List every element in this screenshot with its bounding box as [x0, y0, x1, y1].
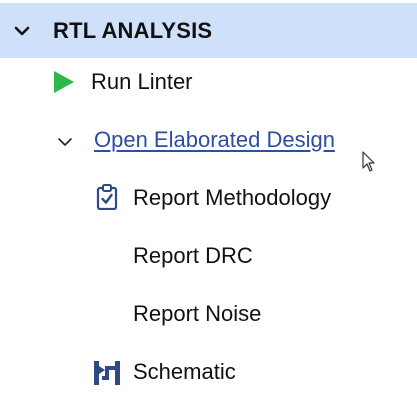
chevron-down-icon[interactable]	[57, 136, 73, 148]
flow-navigator-panel: RTL ANALYSIS Run Linter Open Elaborated …	[0, 0, 417, 406]
section-title: RTL ANALYSIS	[53, 18, 213, 43]
run-play-icon	[54, 71, 74, 93]
flow-item-report-methodology[interactable]: Report Methodology	[0, 174, 417, 224]
schematic-icon	[94, 361, 120, 385]
flow-item-label: Schematic	[133, 359, 236, 384]
flow-item-schematic[interactable]: Schematic	[0, 348, 417, 398]
flow-item-report-drc[interactable]: Report DRC	[0, 232, 417, 282]
section-header-rtl-analysis[interactable]: RTL ANALYSIS	[0, 3, 417, 58]
flow-item-label: Report Methodology	[133, 185, 332, 210]
flow-item-label: Report DRC	[133, 243, 253, 268]
open-elaborated-design-link[interactable]: Open Elaborated Design	[94, 127, 335, 153]
flow-item-label: Run Linter	[91, 69, 193, 94]
chevron-down-icon[interactable]	[13, 22, 31, 40]
mouse-cursor-icon	[362, 151, 375, 172]
flow-item-run-linter[interactable]: Run Linter	[0, 58, 417, 108]
flow-item-report-noise[interactable]: Report Noise	[0, 290, 417, 340]
flow-item-open-elaborated-design[interactable]: Open Elaborated Design	[0, 116, 417, 166]
clipboard-check-icon	[96, 184, 118, 210]
flow-item-label: Report Noise	[133, 301, 262, 326]
